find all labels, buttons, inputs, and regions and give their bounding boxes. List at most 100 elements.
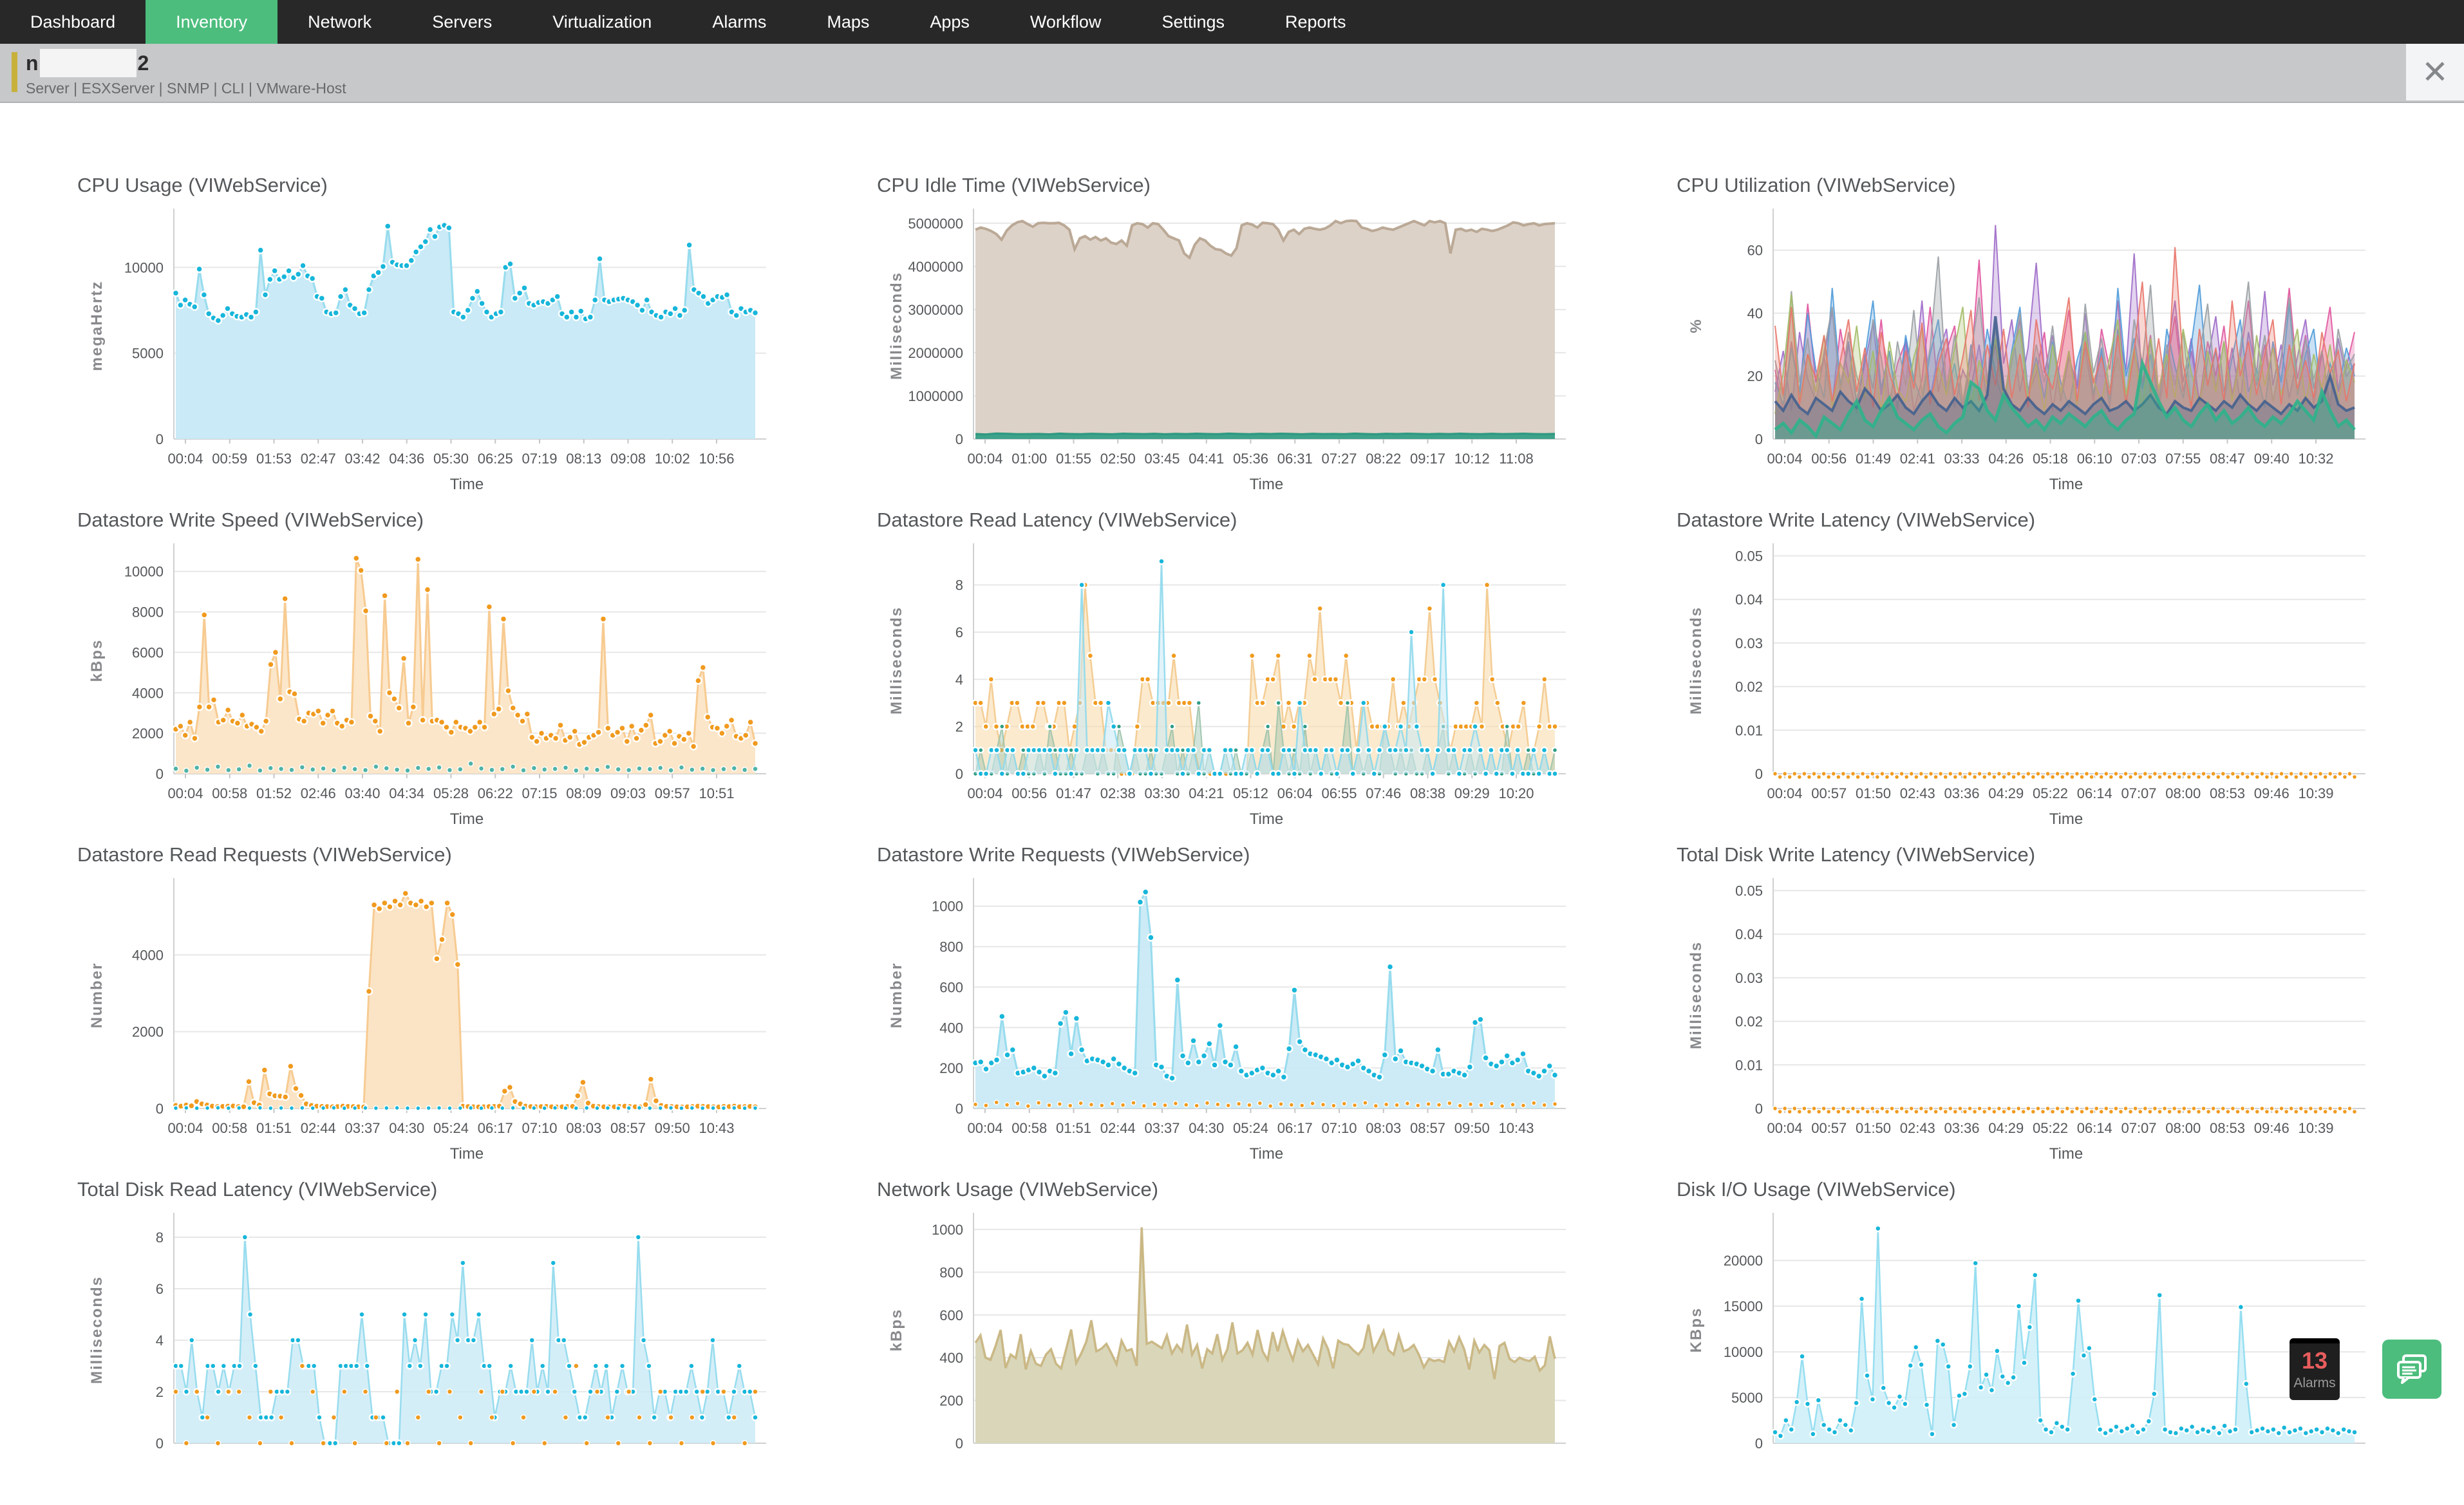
svg-text:Milliseconds: Milliseconds [1688, 606, 1705, 715]
chart-card-11: Disk I/O Usage (VIWebService)05000100001… [1661, 1170, 2461, 1505]
svg-text:09:50: 09:50 [655, 1120, 690, 1136]
svg-text:Time: Time [450, 476, 484, 493]
svg-text:00:58: 00:58 [212, 1120, 247, 1136]
chart-card-0: CPU Usage (VIWebService)0500010000megaHe… [62, 166, 861, 501]
chart-card-10: Network Usage (VIWebService)020040060080… [861, 1170, 1661, 1505]
svg-text:09:08: 09:08 [610, 451, 646, 467]
svg-text:01:52: 01:52 [256, 785, 292, 801]
svg-text:07:10: 07:10 [1321, 1120, 1357, 1136]
chart-title: Datastore Read Latency (VIWebService) [877, 509, 1661, 532]
nav-tab-inventory[interactable]: Inventory [146, 0, 277, 44]
svg-text:2: 2 [156, 1384, 164, 1400]
svg-text:Time: Time [1250, 810, 1283, 828]
svg-text:08:38: 08:38 [1410, 785, 1445, 801]
svg-text:Milliseconds: Milliseconds [888, 606, 905, 715]
svg-text:04:36: 04:36 [389, 451, 424, 467]
alarm-count-label: Alarms [2290, 1376, 2340, 1391]
svg-text:06:17: 06:17 [478, 1120, 513, 1136]
svg-text:10:20: 10:20 [1498, 785, 1534, 801]
svg-text:02:44: 02:44 [1100, 1120, 1136, 1136]
svg-text:00:56: 00:56 [1811, 451, 1847, 467]
svg-text:Time: Time [2049, 476, 2083, 493]
svg-text:01:51: 01:51 [1056, 1120, 1091, 1136]
svg-text:02:50: 02:50 [1100, 451, 1136, 467]
chart-card-2: CPU Utilization (VIWebService)0204060%00… [1661, 166, 2461, 501]
svg-text:03:45: 03:45 [1144, 451, 1180, 467]
svg-text:10:02: 10:02 [655, 451, 690, 467]
svg-text:Time: Time [450, 810, 484, 828]
svg-text:0: 0 [955, 1435, 963, 1452]
chart-plot: 02004006008001000kBps [877, 1205, 1585, 1502]
nav-tab-dashboard[interactable]: Dashboard [0, 0, 146, 44]
svg-text:08:53: 08:53 [2210, 785, 2245, 801]
svg-text:01:00: 01:00 [1011, 451, 1047, 467]
chart-plot: 00.010.020.030.040.05Milliseconds00:0400… [1677, 870, 2385, 1168]
svg-text:400: 400 [939, 1350, 963, 1366]
svg-text:0: 0 [1755, 766, 1763, 782]
close-button[interactable]: ✕ [2406, 44, 2464, 100]
svg-text:04:30: 04:30 [389, 1120, 424, 1136]
svg-text:04:21: 04:21 [1189, 785, 1224, 801]
nav-tab-alarms[interactable]: Alarms [682, 0, 796, 44]
chart-title: CPU Idle Time (VIWebService) [877, 174, 1661, 197]
nav-tab-reports[interactable]: Reports [1255, 0, 1377, 44]
svg-text:200: 200 [939, 1060, 963, 1076]
svg-text:07:15: 07:15 [522, 785, 557, 801]
svg-text:03:33: 03:33 [1944, 451, 1979, 467]
svg-text:06:25: 06:25 [478, 451, 513, 467]
chart-title: Datastore Write Speed (VIWebService) [77, 509, 861, 532]
device-name-redaction [40, 49, 136, 77]
svg-text:03:36: 03:36 [1944, 785, 1979, 801]
chart-plot: 0204060%00:0400:5601:4902:4103:3304:2605… [1677, 201, 2385, 498]
svg-text:4000: 4000 [132, 685, 164, 701]
svg-text:07:03: 07:03 [2121, 451, 2156, 467]
svg-text:200: 200 [939, 1393, 963, 1409]
nav-tab-network[interactable]: Network [277, 0, 402, 44]
svg-text:megaHertz: megaHertz [88, 281, 106, 371]
nav-tab-servers[interactable]: Servers [402, 0, 522, 44]
chat-button[interactable] [2382, 1340, 2441, 1399]
svg-text:0.03: 0.03 [1735, 970, 1763, 986]
nav-tab-apps[interactable]: Apps [899, 0, 1000, 44]
chart-card-8: Total Disk Write Latency (VIWebService)0… [1661, 836, 2461, 1170]
svg-text:0: 0 [1755, 1101, 1763, 1117]
chart-title: Total Disk Read Latency (VIWebService) [77, 1178, 861, 1201]
alarms-badge[interactable]: 13 Alarms [2290, 1338, 2340, 1400]
svg-text:08:03: 08:03 [1366, 1120, 1401, 1136]
nav-tab-settings[interactable]: Settings [1131, 0, 1255, 44]
svg-text:11:08: 11:08 [1499, 451, 1533, 467]
svg-text:0: 0 [156, 431, 164, 447]
svg-text:00:04: 00:04 [1767, 785, 1802, 801]
svg-text:07:55: 07:55 [2165, 451, 2201, 467]
chart-plot: 00.010.020.030.040.05Milliseconds00:0400… [1677, 536, 2385, 833]
svg-text:400: 400 [939, 1020, 963, 1036]
svg-text:03:37: 03:37 [1144, 1120, 1180, 1136]
svg-text:4: 4 [955, 671, 963, 687]
svg-text:04:41: 04:41 [1189, 451, 1224, 467]
svg-text:10000: 10000 [124, 564, 164, 580]
device-name: n 2 [26, 49, 149, 77]
svg-text:20: 20 [1747, 368, 1763, 384]
svg-text:02:38: 02:38 [1100, 785, 1136, 801]
chart-card-1: CPU Idle Time (VIWebService)010000002000… [861, 166, 1661, 501]
svg-text:1000: 1000 [932, 1222, 963, 1238]
svg-text:10:39: 10:39 [2298, 1120, 2333, 1136]
nav-tab-virtualization[interactable]: Virtualization [522, 0, 682, 44]
chart-plot: 05000100001500020000KBps [1677, 1205, 2385, 1502]
nav-tab-workflow[interactable]: Workflow [1000, 0, 1132, 44]
svg-text:03:37: 03:37 [344, 1120, 380, 1136]
svg-text:09:50: 09:50 [1454, 1120, 1490, 1136]
svg-text:09:03: 09:03 [610, 785, 646, 801]
nav-tab-maps[interactable]: Maps [796, 0, 899, 44]
svg-text:600: 600 [939, 979, 963, 995]
svg-text:8: 8 [156, 1229, 164, 1246]
svg-text:2000: 2000 [132, 1024, 164, 1040]
svg-text:08:57: 08:57 [610, 1120, 646, 1136]
svg-text:10:43: 10:43 [699, 1120, 734, 1136]
svg-text:0.05: 0.05 [1735, 883, 1763, 899]
chart-card-6: Datastore Read Requests (VIWebService)02… [62, 836, 861, 1170]
svg-text:60: 60 [1747, 243, 1763, 259]
svg-text:08:57: 08:57 [1410, 1120, 1445, 1136]
svg-text:03:36: 03:36 [1944, 1120, 1979, 1136]
svg-text:0: 0 [955, 1101, 963, 1117]
